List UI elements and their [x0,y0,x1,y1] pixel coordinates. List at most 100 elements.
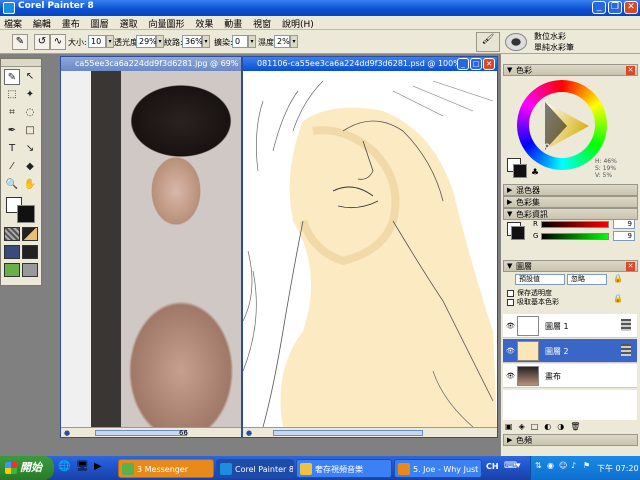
color-sets-panel-header[interactable]: ▶ 色彩集 [503,196,638,208]
bleed-field[interactable]: 0 [232,35,248,48]
magnifier-icon[interactable]: 🔍 [4,177,20,193]
paint-bucket-icon[interactable]: ◆ [22,159,38,175]
crop-icon[interactable]: ⌗ [4,105,20,121]
tray-volume-icon[interactable]: ♪ [571,461,576,470]
layer-lock-icon[interactable]: 🔒 [613,294,623,303]
rectangle-shape-icon[interactable]: □ [22,123,38,139]
brush-icon[interactable]: ✎ [4,69,20,85]
pattern-selector-icon[interactable] [4,245,20,259]
saturation-value-triangle[interactable] [517,80,607,170]
layer-mask-icon[interactable]: ◐ [544,422,557,431]
menu-window[interactable]: 視窗 [249,16,275,30]
stroke-type-icon[interactable]: ∿ [50,34,66,50]
rect-select-icon[interactable]: ⬚ [4,87,20,103]
weaving-selector-icon[interactable] [22,245,38,259]
menu-canvas[interactable]: 畫布 [58,16,84,30]
restore-button[interactable]: ❐ [608,1,622,14]
shape-selection-icon[interactable]: ↘ [22,141,38,157]
green-value[interactable]: 9 [613,231,635,241]
opacity-field[interactable]: 29% [136,35,157,48]
preserve-transparency-checkbox[interactable] [507,290,514,297]
red-slider[interactable] [541,221,609,228]
canvas-zoom-icon[interactable]: ● [246,428,252,438]
doc-minimize-button[interactable]: _ [457,58,469,70]
menu-edit[interactable]: 編輯 [29,16,55,30]
channels-panel-header[interactable]: ▶ 色頻 [503,434,638,446]
start-button[interactable]: 開始 [0,456,54,480]
taskbar-messenger[interactable]: 3 Messenger [118,459,214,478]
wetness-spin[interactable]: ▾ [290,35,298,48]
menu-movie[interactable]: 動畫 [220,16,246,30]
doc-maximize-button[interactable]: □ [470,58,482,70]
layer-row[interactable]: 👁 畫布 [503,364,637,388]
zoom-icon[interactable]: ● [64,428,70,438]
visibility-eye-icon[interactable]: 👁 [506,322,515,330]
menu-shapes[interactable]: 向量圖形 [144,16,188,30]
bleed-spin[interactable]: ▾ [248,35,256,48]
primary-color-swatch[interactable] [17,205,35,223]
dynamic-plugins-icon[interactable]: ◈ [519,422,531,431]
magic-wand-icon[interactable]: ✦ [22,87,38,103]
pen-icon[interactable]: ✒ [4,123,20,139]
text-icon[interactable]: T [4,141,20,157]
visibility-eye-icon[interactable]: 👁 [506,372,515,380]
taskbar-folder[interactable]: 奢存視頻音樂 [296,459,392,478]
quicklaunch-media-icon[interactable]: ▶ [94,461,102,472]
taskbar-painter[interactable]: Corel Painter 8 [216,459,294,478]
language-indicator[interactable]: CH [486,462,499,471]
grain-field[interactable]: 36% [182,35,203,48]
taskbar-media-player[interactable]: 5. Joe - Why Just B... [394,459,482,478]
visibility-eye-icon[interactable]: 👁 [506,347,515,355]
gradient-selector-icon[interactable] [22,227,38,241]
opacity-spin[interactable]: ▾ [156,35,164,48]
reset-tool-icon[interactable]: ↺ [34,34,50,50]
quicklaunch-desktop-icon[interactable]: 🖥 [76,461,89,472]
menu-file[interactable]: 檔案 [0,16,26,30]
tray-network-icon[interactable]: ⇅ [535,461,542,470]
nozzle-selector-icon[interactable] [4,263,20,277]
layer-row[interactable]: 👁 圖層 1 [503,314,637,338]
grain-spin[interactable]: ▾ [202,35,210,48]
dropper-icon[interactable]: ⁄ [4,159,20,175]
tray-messenger-icon[interactable]: ☺ [559,461,567,470]
delete-layer-icon[interactable]: 🗑 [570,422,586,431]
lasso-icon[interactable]: ◌ [22,105,38,121]
hue-ring[interactable] [517,80,607,170]
quicklaunch-ie-icon[interactable]: 🌐 [58,461,70,472]
doc-close-button[interactable]: ✕ [483,58,495,70]
layers-panel-header[interactable]: ▼ 圖層 ✕ [503,260,638,272]
composite-method-select[interactable]: 預設值 [515,274,565,285]
size-spin[interactable]: ▾ [106,35,114,48]
tray-update-icon[interactable]: ⚑ [583,461,590,470]
brush-tool-icon[interactable]: ✎ [12,34,28,50]
menu-help[interactable]: 說明(H) [278,16,318,30]
look-selector-icon[interactable] [22,263,38,277]
brush-category-icon[interactable]: 🖌 [476,32,500,52]
layer-adjuster-icon[interactable]: ↖ [22,69,38,85]
brush-variant-icon[interactable] [505,33,527,51]
menu-select[interactable]: 選取 [116,16,142,30]
color-swap-icon[interactable]: ♣ [531,168,539,178]
new-layer-icon[interactable]: □ [531,422,545,431]
composite-depth-select[interactable]: 忽略 [567,274,607,285]
red-value[interactable]: 9 [613,219,635,229]
minimize-button[interactable]: _ [592,1,606,14]
menu-effects[interactable]: 效果 [191,16,217,30]
input-options-icon[interactable]: ▾ [516,461,521,471]
grabber-hand-icon[interactable]: ✋ [22,177,38,193]
horizontal-scrollbar[interactable] [95,430,187,436]
layer-row[interactable]: 👁 圖層 2 [503,339,637,363]
mask-visibility-icon[interactable]: ◑ [557,422,570,431]
panel-close-icon[interactable]: ✕ [626,66,635,75]
mixer-panel-header[interactable]: ▶ 混色器 [503,184,638,196]
brush-category-label[interactable]: 數位水彩 [534,31,566,42]
layer-commands-icon[interactable]: ▣ [505,422,519,431]
painting-canvas[interactable] [243,71,497,427]
tray-antivirus-icon[interactable]: ◉ [547,461,554,470]
paper-selector-icon[interactable] [4,227,20,241]
menu-layers[interactable]: 圖層 [87,16,113,30]
close-button[interactable]: ✕ [624,1,638,14]
canvas-horizontal-scrollbar[interactable] [273,430,423,436]
wetness-field[interactable]: 2% [274,35,290,48]
lock-icon[interactable]: 🔒 [613,274,623,283]
